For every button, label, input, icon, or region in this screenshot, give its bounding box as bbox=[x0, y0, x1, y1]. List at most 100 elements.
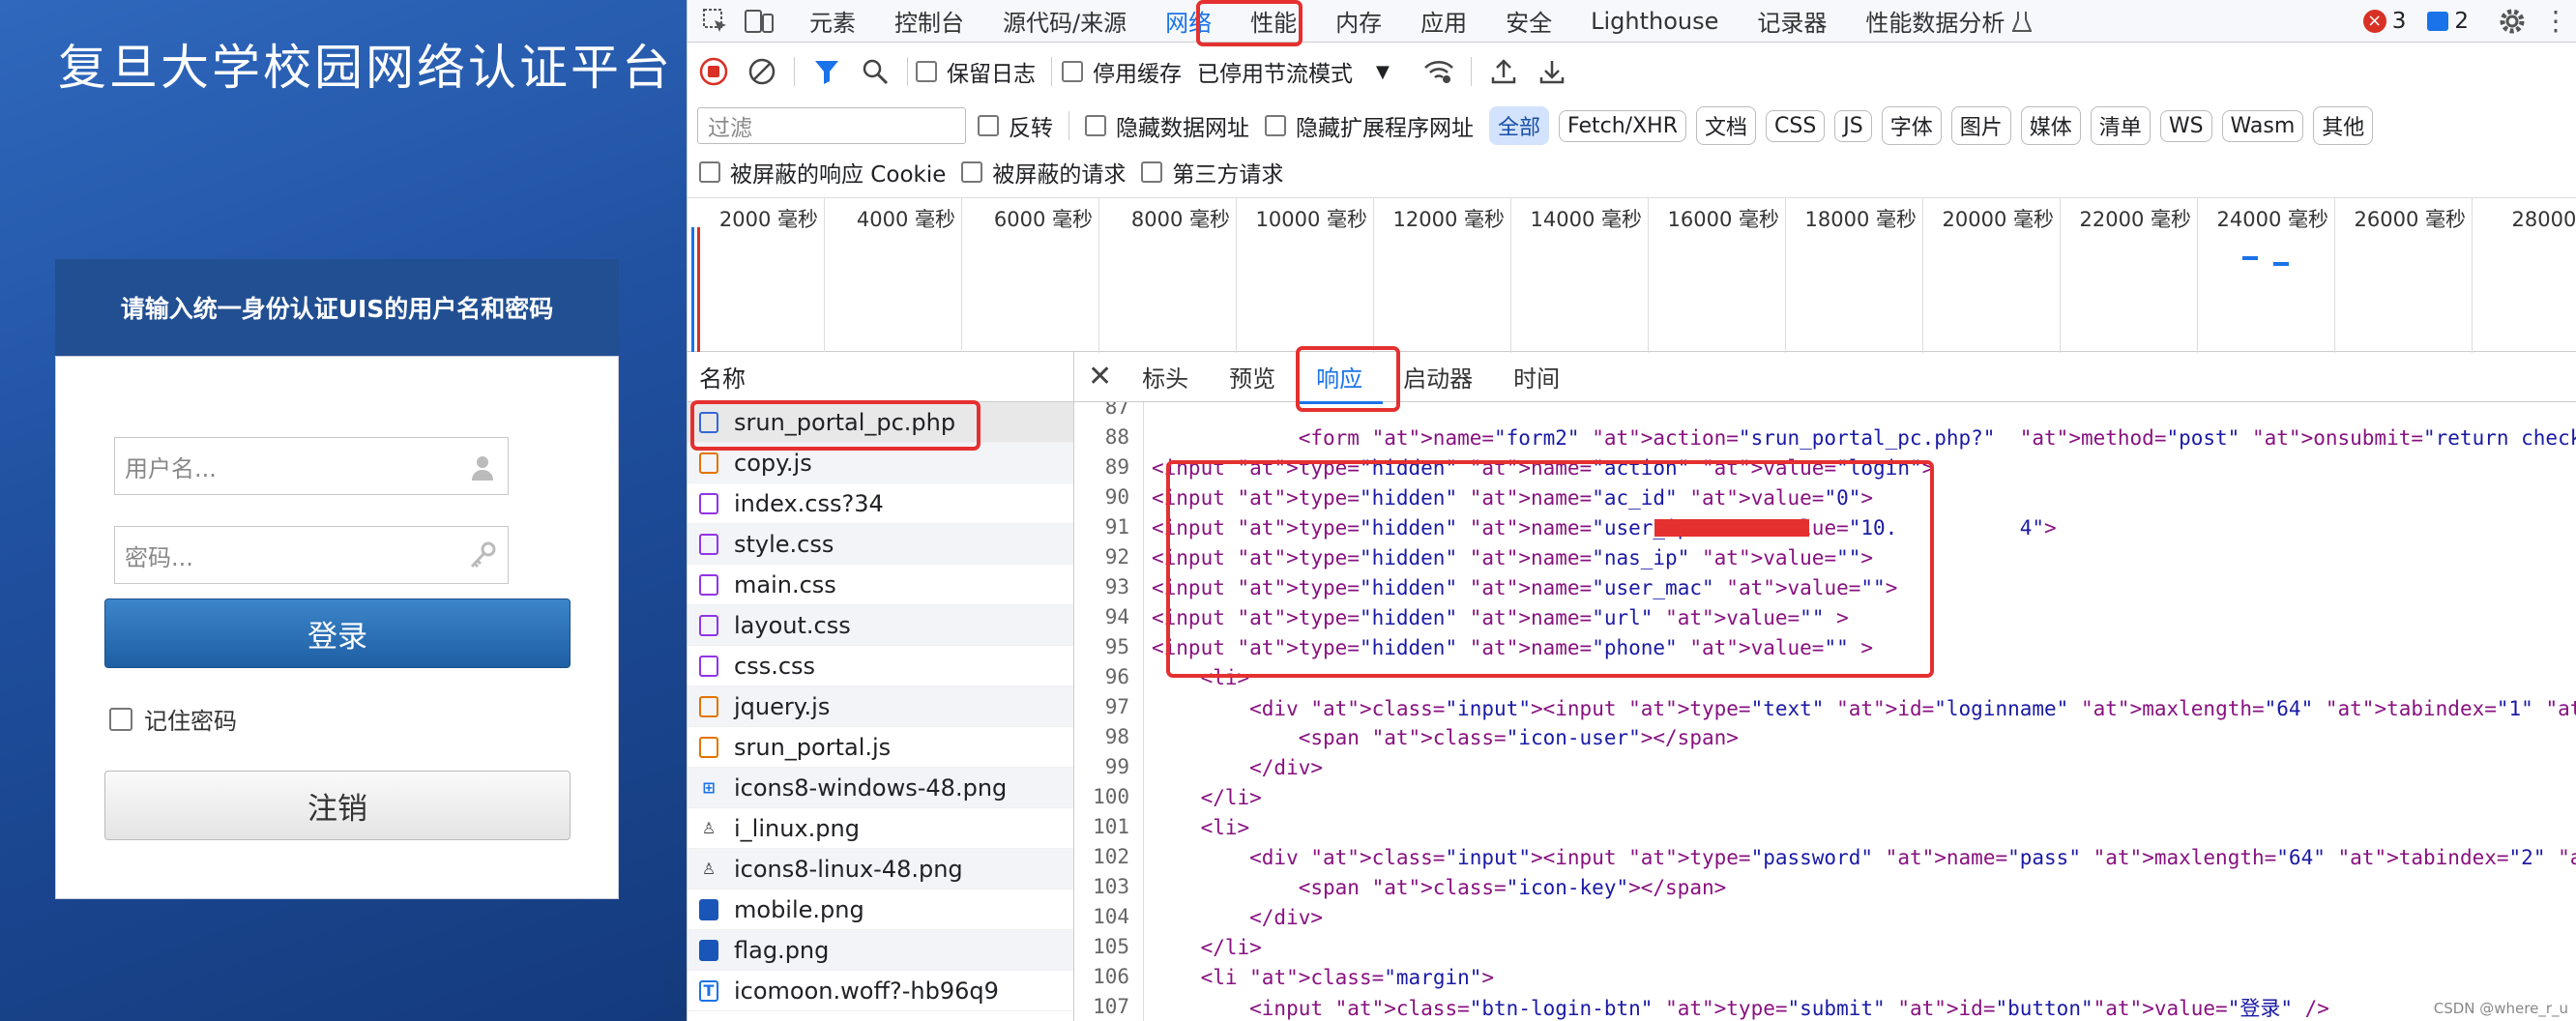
close-icon[interactable]: ✕ bbox=[1088, 360, 1112, 394]
type-filter-chip[interactable]: 全部 bbox=[1489, 106, 1550, 145]
request-name: style.css bbox=[734, 530, 834, 558]
error-count[interactable]: 3 bbox=[2392, 9, 2407, 34]
hide-data-urls-toggle[interactable]: 隐藏数据网址 bbox=[1085, 109, 1249, 142]
portal-title: 复旦大学校园网络认证平台 bbox=[58, 40, 673, 96]
detail-tab[interactable]: 预览 bbox=[1209, 360, 1296, 394]
request-name: copy.js bbox=[734, 449, 812, 477]
request-row[interactable]: flag.png bbox=[688, 930, 1073, 971]
devtools-tab[interactable]: 安全 bbox=[1486, 4, 1571, 38]
blocked-requests-toggle[interactable]: 被屏蔽的请求 bbox=[961, 156, 1126, 189]
preserve-log-toggle[interactable]: 保留日志 bbox=[916, 55, 1036, 88]
line-number: 106 bbox=[1074, 962, 1144, 992]
request-row[interactable]: layout.css bbox=[688, 605, 1073, 646]
request-row[interactable]: mobile.png bbox=[688, 890, 1073, 930]
name-column-header[interactable]: 名称 bbox=[688, 352, 1073, 402]
clear-icon[interactable] bbox=[746, 55, 778, 88]
devtools-tab[interactable]: 记录器 bbox=[1738, 4, 1846, 38]
type-filter-chip[interactable]: Fetch/XHR bbox=[1559, 109, 1686, 142]
request-row[interactable]: index.css?34 bbox=[688, 483, 1073, 524]
resource-type-filters: 全部 Fetch/XHR 文档 CSS JS 字体 图片 媒体 清单 WS Wasm 其他 bbox=[1489, 106, 2383, 145]
devtools-tab[interactable]: 元素 bbox=[790, 4, 875, 38]
request-row[interactable]: srun_portal.js bbox=[688, 727, 1073, 768]
detail-tab[interactable]: 标头 bbox=[1122, 360, 1209, 394]
type-filter-chip[interactable]: WS bbox=[2159, 109, 2212, 142]
request-row[interactable]: ♙ icons8-linux-48.png bbox=[688, 849, 1073, 890]
line-number: 105 bbox=[1074, 932, 1144, 962]
remember-password[interactable]: 记住密码 bbox=[109, 702, 237, 736]
request-bar bbox=[2273, 262, 2289, 266]
request-row[interactable]: jquery.js bbox=[688, 686, 1073, 727]
invert-toggle[interactable]: 反转 bbox=[978, 109, 1053, 142]
stylesheet-icon bbox=[699, 655, 718, 677]
request-name: layout.css bbox=[734, 611, 851, 639]
type-filter-chip[interactable]: Wasm bbox=[2221, 109, 2304, 142]
request-row[interactable]: ♙ i_linux.png bbox=[688, 808, 1073, 849]
login-header: 请输入统一身份认证UIS的用户名和密码 bbox=[55, 259, 619, 356]
line-number: 89 bbox=[1074, 452, 1144, 482]
logout-button[interactable]: 注销 bbox=[104, 771, 571, 840]
throttling-select[interactable]: 已停用节流模式 bbox=[1197, 55, 1353, 88]
settings-gear-icon[interactable] bbox=[2498, 7, 2527, 36]
request-name: index.css?34 bbox=[734, 489, 884, 517]
chevron-down-icon[interactable]: ▼ bbox=[1376, 62, 1390, 82]
request-row[interactable]: main.css bbox=[688, 565, 1073, 605]
devtools-tab[interactable]: 性能数据分析 bbox=[1846, 4, 2024, 38]
type-filter-chip[interactable]: 文档 bbox=[1695, 106, 1756, 145]
devtools-tab[interactable]: 控制台 bbox=[875, 4, 983, 38]
request-name: i_linux.png bbox=[734, 814, 860, 842]
request-row[interactable]: ⊞ icons8-windows-48.png bbox=[688, 768, 1073, 808]
search-icon[interactable] bbox=[859, 55, 892, 88]
message-count[interactable]: 2 bbox=[2454, 9, 2469, 34]
request-name: flag.png bbox=[734, 936, 830, 964]
code-text: <span "at">class="icon-user"></span> bbox=[1152, 725, 1739, 749]
message-icon[interactable] bbox=[2427, 11, 2449, 31]
type-filter-chip[interactable]: 图片 bbox=[1950, 106, 2011, 145]
password-field[interactable]: 密码... bbox=[114, 526, 509, 584]
detail-tab[interactable]: 时间 bbox=[1493, 360, 1580, 394]
blocked-cookies-toggle[interactable]: 被屏蔽的响应 Cookie bbox=[699, 156, 946, 189]
type-filter-chip[interactable]: JS bbox=[1834, 109, 1872, 142]
remember-checkbox[interactable] bbox=[109, 707, 132, 731]
third-party-toggle[interactable]: 第三方请求 bbox=[1141, 156, 1283, 189]
devtools-tab[interactable]: Lighthouse bbox=[1571, 8, 1738, 35]
devtools-tab[interactable]: 应用 bbox=[1401, 4, 1486, 38]
network-conditions-icon[interactable] bbox=[1422, 55, 1455, 88]
export-har-icon[interactable] bbox=[1536, 55, 1568, 88]
request-name: icomoon.woff?-hb96q9 bbox=[734, 977, 999, 1005]
type-filter-chip[interactable]: 字体 bbox=[1881, 106, 1942, 145]
filter-input[interactable]: 过滤 bbox=[697, 107, 966, 144]
line-number: 96 bbox=[1074, 662, 1144, 692]
record-stop-icon[interactable] bbox=[697, 55, 730, 88]
code-line: 101 <li> bbox=[1074, 812, 2576, 842]
type-filter-chip[interactable]: 清单 bbox=[2090, 106, 2151, 145]
request-row[interactable]: css.css bbox=[688, 646, 1073, 686]
filter-bar: 过滤 反转 隐藏数据网址 隐藏扩展程序网址 全部 Fetch/XHR 文档 CSS JS… bbox=[688, 102, 2576, 149]
hide-extension-urls-toggle[interactable]: 隐藏扩展程序网址 bbox=[1265, 109, 1474, 142]
line-number: 103 bbox=[1074, 872, 1144, 902]
login-button[interactable]: 登录 bbox=[104, 598, 571, 668]
inspect-element-icon[interactable] bbox=[701, 7, 730, 36]
devtools-tab[interactable]: 源代码/来源 bbox=[983, 4, 1146, 38]
filter-icon[interactable] bbox=[810, 55, 843, 88]
timeline-tick: 28000 毫 bbox=[2473, 198, 2576, 353]
type-filter-chip[interactable]: 其他 bbox=[2313, 106, 2374, 145]
username-field[interactable]: 用户名... bbox=[114, 437, 509, 495]
line-number: 107 bbox=[1074, 992, 1144, 1021]
timeline-tick: 2000 毫秒 bbox=[688, 198, 825, 353]
timeline-tick: 18000 毫秒 bbox=[1786, 198, 1923, 353]
more-options-icon[interactable]: ⋮ bbox=[2542, 5, 2569, 37]
type-filter-chip[interactable]: 媒体 bbox=[2020, 106, 2081, 145]
line-number: 93 bbox=[1074, 572, 1144, 602]
request-row[interactable]: style.css bbox=[688, 524, 1073, 565]
disable-cache-toggle[interactable]: 停用缓存 bbox=[1062, 55, 1182, 88]
devtools-tab[interactable]: 内存 bbox=[1316, 4, 1401, 38]
line-number: 102 bbox=[1074, 842, 1144, 872]
import-har-icon[interactable] bbox=[1487, 55, 1520, 88]
network-overview[interactable]: 2000 毫秒 4000 毫秒 6000 毫秒 8000 毫秒 10000 毫秒 1200… bbox=[688, 197, 2576, 353]
type-filter-chip[interactable]: CSS bbox=[1766, 109, 1826, 142]
error-icon[interactable]: × bbox=[2362, 9, 2386, 33]
device-toolbar-icon[interactable] bbox=[744, 7, 775, 36]
portal-page: 复旦大学校园网络认证平台 请输入统一身份认证UIS的用户名和密码 用户名... … bbox=[0, 0, 687, 1021]
request-row[interactable]: Ticomoon.woff?-hb96q9 bbox=[688, 971, 1073, 1011]
code-text: </div> bbox=[1152, 755, 1324, 779]
